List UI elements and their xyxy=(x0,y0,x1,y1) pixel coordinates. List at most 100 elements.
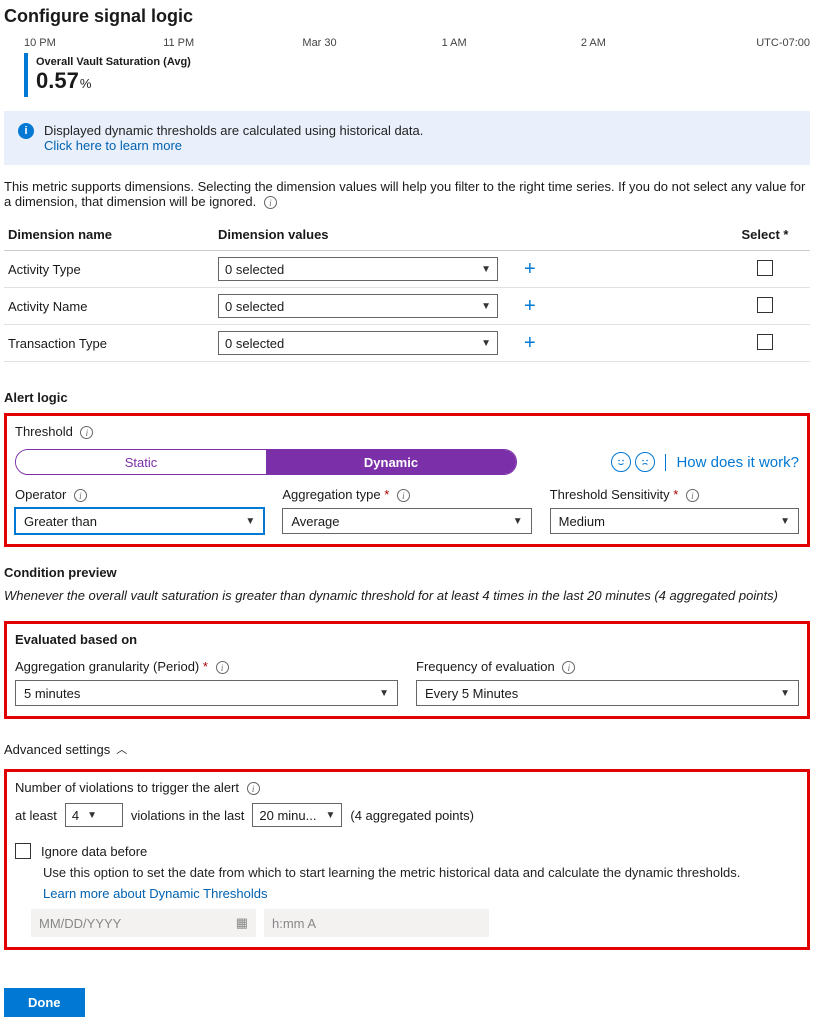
threshold-toggle: Static Dynamic xyxy=(15,449,517,475)
info-tip-icon[interactable]: i xyxy=(562,661,575,674)
dim-header-select: Select * xyxy=(720,219,810,251)
info-tip-icon[interactable]: i xyxy=(686,489,699,502)
aggregation-type-dropdown[interactable]: Average ▼ xyxy=(282,508,531,534)
violations-mid-label: violations in the last xyxy=(131,808,244,823)
info-banner-text: Displayed dynamic thresholds are calcula… xyxy=(44,123,423,138)
chevron-down-icon: ▼ xyxy=(87,810,97,821)
dimension-row: Transaction Type 0 selected ▼ + xyxy=(4,325,810,362)
time-tick: 11 PM xyxy=(163,37,302,49)
time-tick: 10 PM xyxy=(24,37,163,49)
aggregation-granularity-dropdown[interactable]: 5 minutes ▼ xyxy=(15,680,398,706)
feedback-sad-icon[interactable] xyxy=(635,452,655,472)
advanced-settings-toggle[interactable]: Advanced settings ︿ xyxy=(4,741,127,757)
dropdown-value: Medium xyxy=(559,514,605,529)
metric-unit: % xyxy=(80,76,92,91)
chevron-down-icon: ▼ xyxy=(481,338,491,349)
info-banner-link[interactable]: Click here to learn more xyxy=(44,138,182,153)
time-tick: 1 AM xyxy=(442,37,581,49)
info-tip-icon[interactable]: i xyxy=(80,426,93,439)
operator-dropdown[interactable]: Greater than ▼ xyxy=(15,508,264,534)
violation-count-dropdown[interactable]: 4 ▼ xyxy=(65,803,123,827)
dimension-name: Activity Type xyxy=(4,251,214,288)
info-icon: i xyxy=(18,123,34,139)
info-tip-icon[interactable]: i xyxy=(397,489,410,502)
ignore-data-before-checkbox[interactable] xyxy=(15,843,31,859)
dimension-row: Activity Name 0 selected ▼ + xyxy=(4,288,810,325)
chevron-down-icon: ▼ xyxy=(379,688,389,699)
dropdown-value: 0 selected xyxy=(225,262,284,277)
dim-header-values: Dimension values xyxy=(214,219,720,251)
evaluated-highlight: Evaluated based on Aggregation granulari… xyxy=(4,621,810,719)
dimension-row: Activity Type 0 selected ▼ + xyxy=(4,251,810,288)
add-dimension-value-button[interactable]: + xyxy=(516,332,544,355)
operator-label: Operator xyxy=(15,487,66,502)
time-tick: Mar 30 xyxy=(302,37,441,49)
violation-window-dropdown[interactable]: 20 minu... ▼ xyxy=(252,803,342,827)
dropdown-value: 0 selected xyxy=(225,299,284,314)
dropdown-value: Greater than xyxy=(24,514,97,529)
aggregation-granularity-label: Aggregation granularity (Period) xyxy=(15,659,199,674)
chevron-down-icon: ▼ xyxy=(481,301,491,312)
timezone-label: UTC-07:00 xyxy=(720,37,810,49)
dimension-name: Activity Name xyxy=(4,288,214,325)
metric-label: Overall Vault Saturation (Avg) xyxy=(36,56,191,68)
threshold-dynamic-option[interactable]: Dynamic xyxy=(266,450,516,474)
info-tip-icon[interactable]: i xyxy=(247,782,260,795)
at-least-label: at least xyxy=(15,808,57,823)
dropdown-value: 4 xyxy=(72,808,79,823)
dropdown-value: 5 minutes xyxy=(24,686,80,701)
chevron-down-icon: ▼ xyxy=(481,264,491,275)
feedback-happy-icon[interactable] xyxy=(611,452,631,472)
metric-value: 0.57 xyxy=(36,68,79,93)
done-button[interactable]: Done xyxy=(4,988,85,1017)
chevron-down-icon: ▼ xyxy=(325,810,335,821)
sensitivity-dropdown[interactable]: Medium ▼ xyxy=(550,508,799,534)
metric-accent-bar xyxy=(24,53,28,97)
dimension-select-checkbox[interactable] xyxy=(757,334,773,350)
learn-more-dynamic-thresholds-link[interactable]: Learn more about Dynamic Thresholds xyxy=(43,886,268,901)
add-dimension-value-button[interactable]: + xyxy=(516,295,544,318)
page-title: Configure signal logic xyxy=(4,6,810,27)
advanced-settings-highlight: Number of violations to trigger the aler… xyxy=(4,769,810,950)
sensitivity-label: Threshold Sensitivity xyxy=(550,487,670,502)
time-placeholder: h:mm A xyxy=(272,916,316,931)
dropdown-value: Average xyxy=(291,514,339,529)
info-tip-icon[interactable]: i xyxy=(216,661,229,674)
chevron-down-icon: ▼ xyxy=(245,516,255,527)
frequency-dropdown[interactable]: Every 5 Minutes ▼ xyxy=(416,680,799,706)
how-does-it-work-link[interactable]: How does it work? xyxy=(665,454,799,471)
dimensions-table: Dimension name Dimension values Select *… xyxy=(4,219,810,362)
time-axis: 10 PM 11 PM Mar 30 1 AM 2 AM UTC-07:00 xyxy=(4,37,810,49)
dropdown-value: 20 minu... xyxy=(259,808,316,823)
dimension-select-checkbox[interactable] xyxy=(757,297,773,313)
threshold-static-option[interactable]: Static xyxy=(16,450,266,474)
date-placeholder: MM/DD/YYYY xyxy=(39,916,121,931)
metric-card: Overall Vault Saturation (Avg) 0.57% xyxy=(4,53,810,97)
aggregation-type-label: Aggregation type xyxy=(282,487,380,502)
condition-preview-text: Whenever the overall vault saturation is… xyxy=(4,588,810,603)
info-tip-icon[interactable]: i xyxy=(264,196,277,209)
dimension-values-dropdown[interactable]: 0 selected ▼ xyxy=(218,294,498,318)
chevron-down-icon: ▼ xyxy=(780,688,790,699)
info-banner: i Displayed dynamic thresholds are calcu… xyxy=(4,111,810,165)
dimensions-helper-text-content: This metric supports dimensions. Selecti… xyxy=(4,179,805,209)
dimension-values-dropdown[interactable]: 0 selected ▼ xyxy=(218,257,498,281)
ignore-date-input: MM/DD/YYYY ▦ xyxy=(31,909,256,937)
chevron-down-icon: ▼ xyxy=(513,516,523,527)
alert-logic-title: Alert logic xyxy=(4,390,810,405)
evaluated-title: Evaluated based on xyxy=(15,632,799,647)
threshold-label: Threshold xyxy=(15,424,73,439)
dimension-select-checkbox[interactable] xyxy=(757,260,773,276)
add-dimension-value-button[interactable]: + xyxy=(516,258,544,281)
time-tick: 2 AM xyxy=(581,37,720,49)
ignore-data-before-label: Ignore data before xyxy=(41,844,147,859)
chevron-up-icon: ︿ xyxy=(116,741,127,757)
dropdown-value: Every 5 Minutes xyxy=(425,686,518,701)
dropdown-value: 0 selected xyxy=(225,336,284,351)
dimensions-helper-text: This metric supports dimensions. Selecti… xyxy=(4,179,810,209)
dimension-values-dropdown[interactable]: 0 selected ▼ xyxy=(218,331,498,355)
frequency-label: Frequency of evaluation xyxy=(416,659,555,674)
alert-logic-highlight: Threshold i Static Dynamic How does it w… xyxy=(4,413,810,547)
info-tip-icon[interactable]: i xyxy=(74,489,87,502)
ignore-time-input: h:mm A xyxy=(264,909,489,937)
